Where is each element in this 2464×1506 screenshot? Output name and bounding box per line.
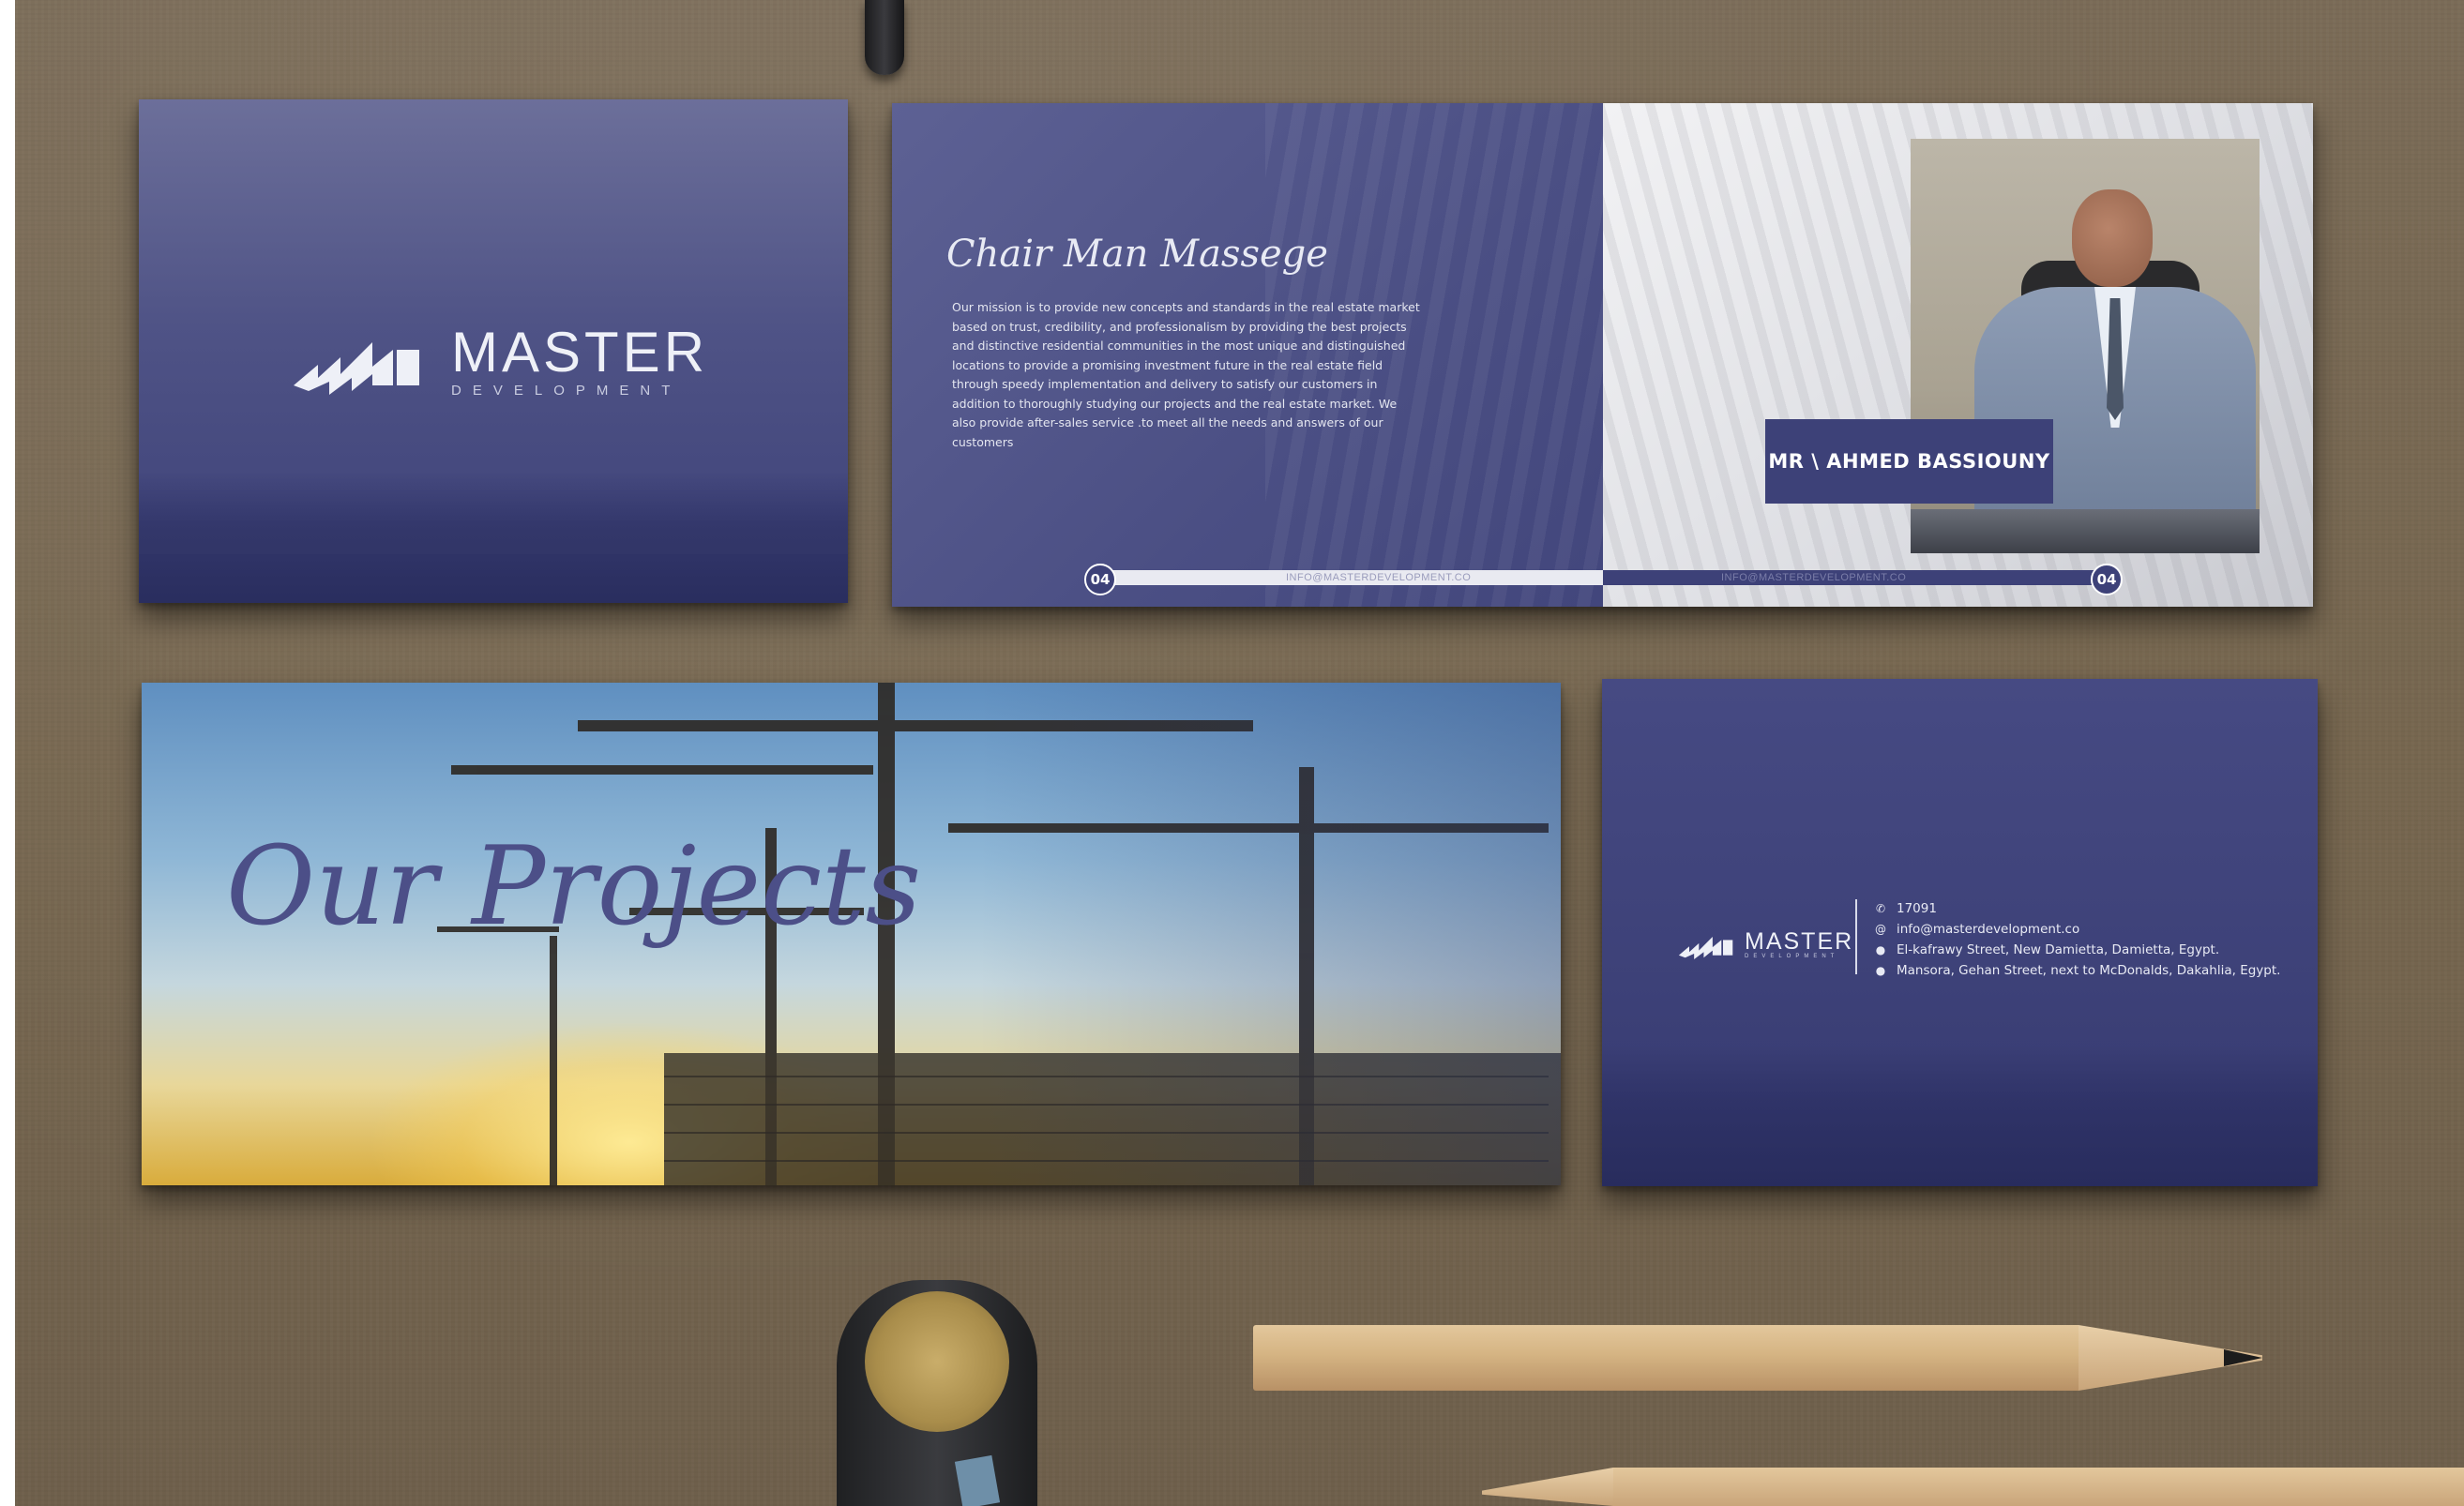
- our-projects-spread: Our Projects: [142, 683, 1561, 1185]
- pencil-upper: [1253, 1325, 2262, 1391]
- contact-address-2: Mansora, Gehan Street, next to McDonalds…: [1897, 963, 2281, 978]
- chairman-left-page: Chair Man Massege Our mission is to prov…: [892, 103, 1603, 607]
- contact-details: ✆ 17091 @ info@masterdevelopment.co ● El-ka…: [1874, 898, 2280, 981]
- left-white-border: [0, 0, 15, 1506]
- page-number-right: 04: [2091, 564, 2123, 595]
- person-head: [2072, 189, 2153, 287]
- projects-right-tint: [979, 683, 1561, 1185]
- chairman-spread: Chair Man Massege Our mission is to prov…: [892, 103, 2313, 607]
- contact-phone-row: ✆ 17091: [1874, 898, 2280, 919]
- contact-email: info@masterdevelopment.co: [1897, 922, 2080, 937]
- contact-email-row: @ info@masterdevelopment.co: [1874, 919, 2280, 940]
- pen-cap: [865, 0, 904, 75]
- location-icon: ●: [1875, 964, 1886, 977]
- back-brand-name: MASTER: [1745, 928, 1854, 955]
- contact-address-1: El-kafrawy Street, New Damietta, Damiett…: [1897, 942, 2220, 957]
- contact-address-2-row: ● Mansora, Gehan Street, next to McDonald…: [1874, 960, 2281, 981]
- location-icon: ●: [1875, 943, 1886, 956]
- brochure-back-cover: MASTER DEVELOPMENT ✆ 17091 @ info@masterde…: [1602, 679, 2318, 1186]
- logo-mark-icon: [292, 329, 423, 395]
- footer-email-left: INFO@MASTERDEVELOPMENT.CO: [1286, 572, 1472, 583]
- footer-email-right: INFO@MASTERDEVELOPMENT.CO: [1721, 572, 1907, 583]
- cover-logo: MASTER DEVELOPMENT: [292, 324, 708, 399]
- chairman-message: Our mission is to provide new concepts a…: [952, 300, 1420, 449]
- contact-divider: [1855, 899, 1857, 974]
- logo-mark-icon: [1677, 931, 1735, 959]
- chairman-name: MR \ AHMED BASSIOUNY: [1765, 419, 2053, 504]
- back-logo: MASTER DEVELOPMENT: [1677, 930, 1853, 959]
- back-brand-tagline: DEVELOPMENT: [1745, 954, 1839, 959]
- pencil-lower: [1473, 1468, 2464, 1506]
- cork-jar: [837, 1280, 1037, 1506]
- sea-horizon: [139, 517, 848, 554]
- mockup-scene: MASTER DEVELOPMENT Chair Man Massege Our…: [0, 0, 2464, 1506]
- page-number-left: 04: [1084, 564, 1116, 595]
- cover-brand-tagline: DEVELOPMENT: [451, 383, 682, 399]
- brochure-cover: MASTER DEVELOPMENT: [139, 99, 848, 603]
- contact-phone: 17091: [1897, 901, 1937, 916]
- phone-icon: ✆: [1875, 902, 1886, 915]
- our-projects-title: Our Projects: [226, 823, 922, 950]
- desk: [1911, 509, 2260, 553]
- chairman-heading: Chair Man Massege: [946, 233, 1328, 276]
- jar-tag: [954, 1454, 1001, 1506]
- cover-brand-name: MASTER: [451, 321, 709, 384]
- chairman-right-page: MR \ AHMED BASSIOUNY INFO@MASTERDEVELOPM…: [1603, 103, 2313, 607]
- email-icon: @: [1875, 923, 1886, 936]
- cork-top: [865, 1291, 1009, 1432]
- contact-address-1-row: ● El-kafrawy Street, New Damietta, Damiet…: [1874, 940, 2280, 960]
